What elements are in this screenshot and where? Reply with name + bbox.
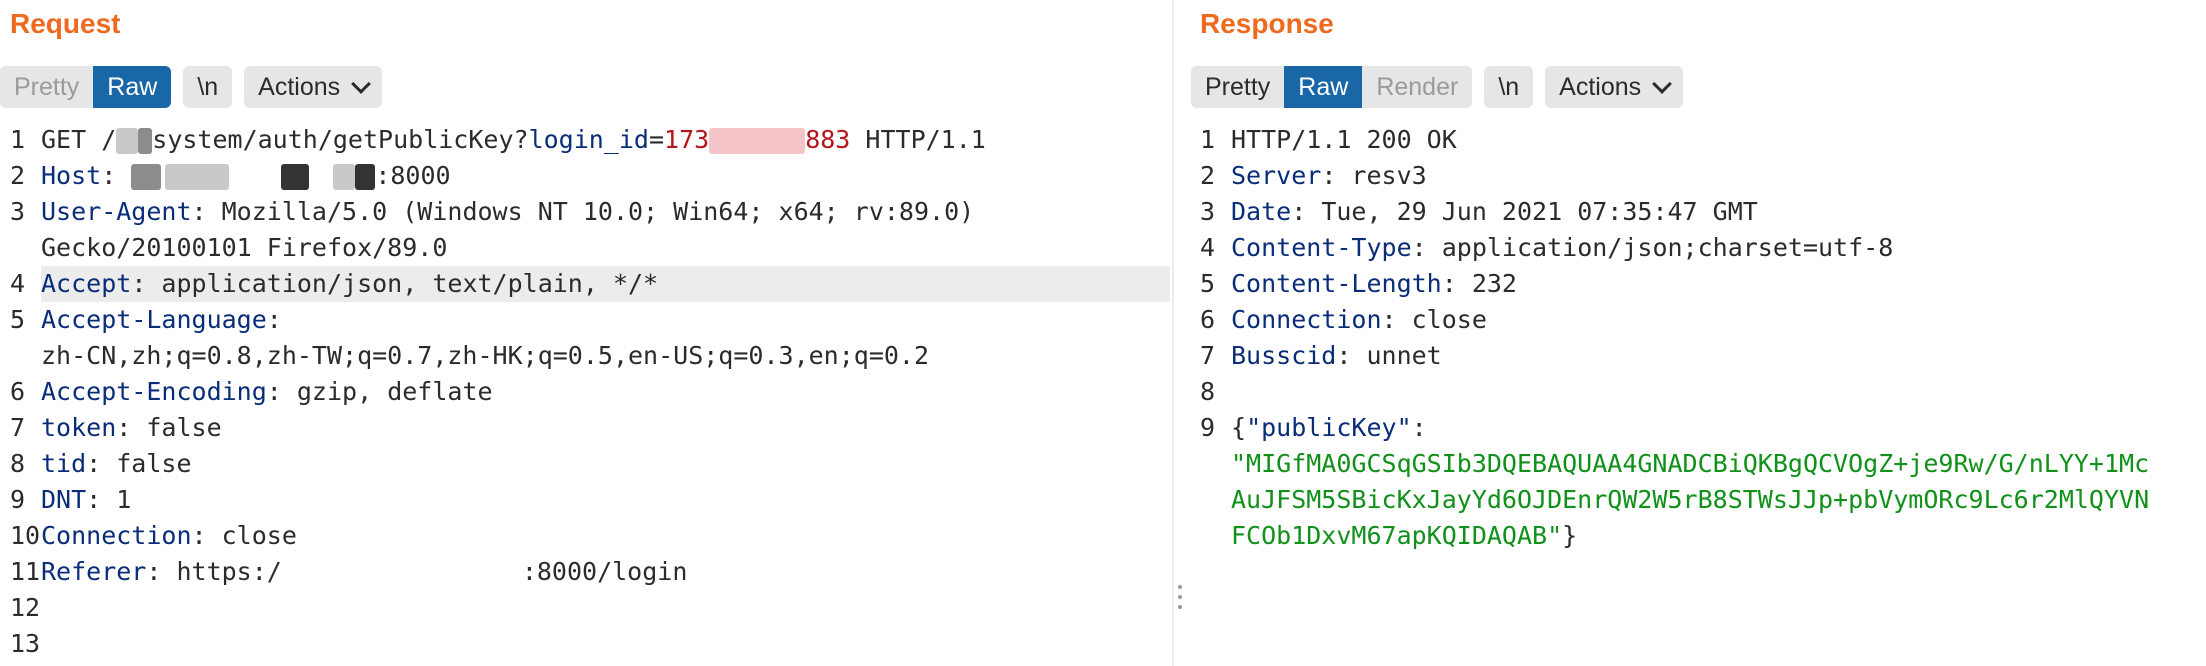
response-newline-toggle[interactable]: \n	[1484, 66, 1534, 108]
response-view-toggle: Pretty Raw Render	[1191, 66, 1473, 108]
response-line-gutter: 1 2 3 4 5 6 7 8 9	[1190, 122, 1230, 666]
response-line-4: Content-Type: application/json;charset=u…	[1231, 233, 1894, 262]
response-line-9: {"publicKey":	[1231, 413, 1427, 442]
request-toolbar: Pretty Raw \n Actions	[0, 66, 394, 108]
redacted-block	[281, 164, 310, 190]
response-actions-label: Actions	[1559, 73, 1642, 101]
response-newline-label: \n	[1498, 73, 1520, 101]
redacted-block	[709, 128, 806, 154]
pane-splitter[interactable]	[1170, 0, 1190, 666]
chevron-down-icon	[351, 73, 372, 94]
request-editor[interactable]: 1 2 3 4 5 6 7 8 9 10 11 12 13 GET / syste…	[0, 122, 1170, 666]
request-line-3-cont: Gecko/20100101 Firefox/89.0	[41, 233, 448, 262]
response-editor[interactable]: 1 2 3 4 5 6 7 8 9 HTTP/1.1 200 OK Server…	[1190, 122, 2206, 666]
redacted-block	[281, 560, 522, 586]
request-pane: Request Pretty Raw \n Actions 1 2 3 4 5 …	[0, 0, 1170, 666]
response-pane: Response Pretty Raw Render \n Actions 1 …	[1190, 0, 2206, 666]
redacted-block	[229, 164, 282, 190]
response-line-1: HTTP/1.1 200 OK	[1231, 125, 1457, 154]
request-line-gutter: 1 2 3 4 5 6 7 8 9 10 11 12 13	[0, 122, 40, 666]
response-line-2: Server: resv3	[1231, 161, 1427, 190]
request-newline-toggle[interactable]: \n	[183, 66, 233, 108]
request-line-6: Accept-Encoding: gzip, deflate	[41, 377, 493, 406]
response-line-5: Content-Length: 232	[1231, 269, 1517, 298]
request-line-2: Host: :8000	[41, 161, 451, 190]
response-line-3: Date: Tue, 29 Jun 2021 07:35:47 GMT	[1231, 197, 1758, 226]
response-line-9-cont1: "MIGfMA0GCSqGSIb3DQEBAQUAA4GNADCBiQKBgQC…	[1231, 449, 2150, 478]
pane-divider	[1172, 0, 1174, 666]
redacted-block	[138, 128, 153, 154]
redacted-block	[116, 128, 139, 154]
request-line-8: tid: false	[41, 449, 192, 478]
request-line-5-cont: zh-CN,zh;q=0.8,zh-TW;q=0.7,zh-HK;q=0.5,e…	[41, 341, 930, 370]
request-line-11: Referer: https:/:8000/login	[41, 557, 688, 586]
request-actions-button[interactable]: Actions	[244, 66, 383, 108]
response-tab-pretty[interactable]: Pretty	[1191, 66, 1285, 108]
chevron-down-icon	[1652, 73, 1673, 94]
request-title: Request	[10, 8, 121, 39]
drag-handle-icon[interactable]	[1177, 585, 1183, 615]
redacted-block	[355, 164, 376, 190]
request-view-toggle: Pretty Raw	[0, 66, 172, 108]
redacted-block	[333, 164, 356, 190]
request-code: GET / system/auth/getPublicKey?login_id=1…	[41, 122, 1170, 666]
request-line-9: DNT: 1	[41, 485, 132, 514]
request-tab-pretty[interactable]: Pretty	[0, 66, 94, 108]
request-line-10: Connection: close	[41, 521, 297, 550]
response-title: Response	[1200, 8, 1334, 39]
request-actions-label: Actions	[258, 73, 341, 101]
request-newline-label: \n	[197, 73, 219, 101]
request-line-7: token: false	[41, 413, 222, 442]
redacted-block	[309, 164, 334, 190]
request-line-1: GET / system/auth/getPublicKey?login_id=1…	[41, 125, 986, 154]
request-tab-raw[interactable]: Raw	[93, 66, 172, 108]
response-actions-button[interactable]: Actions	[1545, 66, 1684, 108]
redacted-block	[131, 164, 162, 190]
response-tab-render[interactable]: Render	[1362, 66, 1473, 108]
response-line-9-cont3: FCOb1DxvM67apKQIDAQAB"}	[1231, 521, 1578, 550]
response-line-7: Busscid: unnet	[1231, 341, 1442, 370]
response-line-6: Connection: close	[1231, 305, 1487, 334]
redacted-block	[165, 164, 230, 190]
request-line-5: Accept-Language:	[41, 305, 282, 334]
response-toolbar: Pretty Raw Render \n Actions	[1191, 66, 1695, 108]
response-tab-raw[interactable]: Raw	[1284, 66, 1363, 108]
response-code: HTTP/1.1 200 OK Server: resv3 Date: Tue,…	[1231, 122, 2206, 666]
request-line-3: User-Agent: Mozilla/5.0 (Windows NT 10.0…	[41, 197, 975, 226]
request-line-4: Accept: application/json, text/plain, */…	[41, 266, 1170, 302]
response-line-9-cont2: AuJFSM5SBicKxJayYd6OJDEnrQW2W5rB8STWsJJp…	[1231, 485, 2150, 514]
